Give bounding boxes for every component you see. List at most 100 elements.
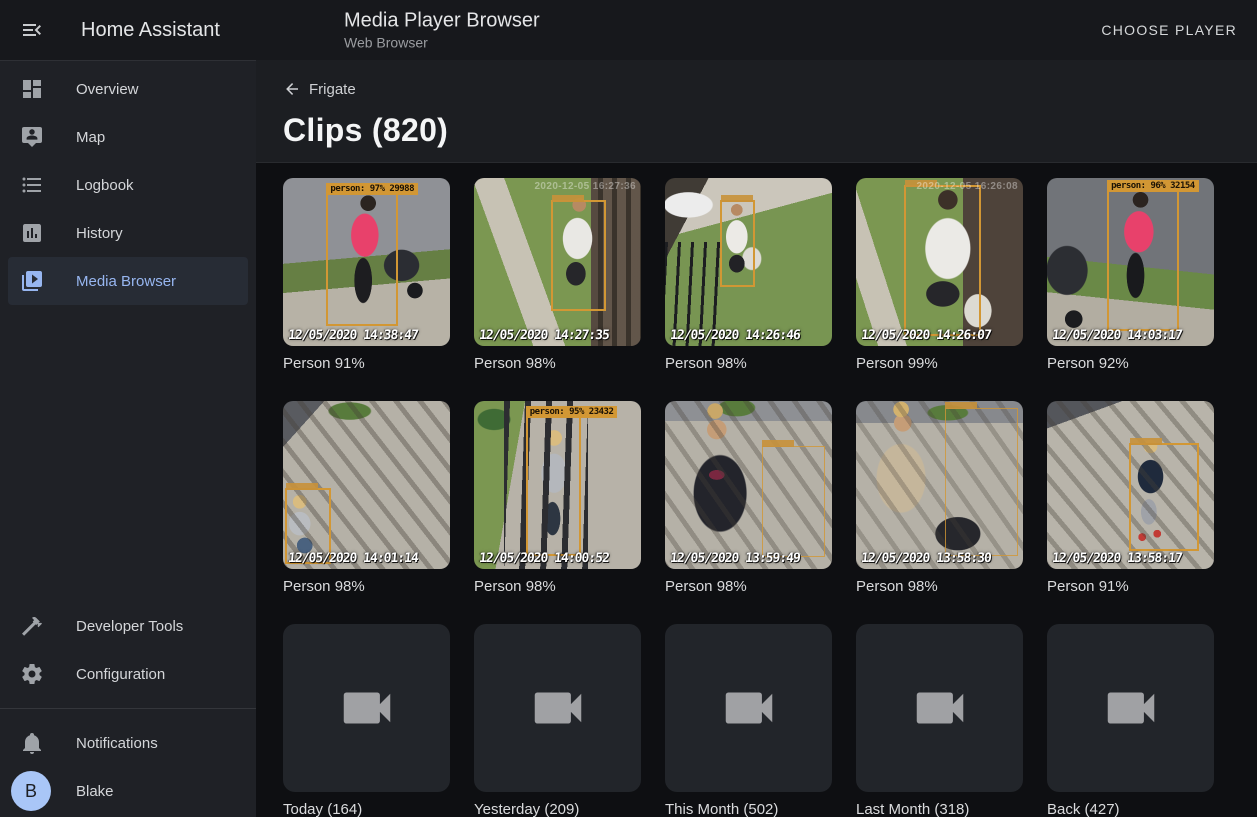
menu-open-icon[interactable] bbox=[20, 18, 44, 42]
sidebar-item-developer-tools[interactable]: Developer Tools bbox=[8, 602, 248, 650]
play-box-multiple-icon bbox=[20, 269, 44, 293]
clip-item[interactable]: 12/05/2020 13:58:17 Person 91% bbox=[1047, 401, 1214, 597]
clip-item[interactable]: 12/05/2020 13:59:49 Person 98% bbox=[665, 401, 832, 597]
clip-caption: Person 92% bbox=[1047, 354, 1214, 374]
folder-item[interactable]: Back (427) bbox=[1047, 624, 1214, 817]
folder-item[interactable]: Last Month (318) bbox=[856, 624, 1023, 817]
clip-thumbnail: 12/05/2020 13:59:49 bbox=[665, 401, 832, 569]
choose-player-button[interactable]: CHOOSE PLAYER bbox=[1101, 22, 1237, 38]
sidebar-item-map[interactable]: Map bbox=[8, 113, 248, 161]
detection-box: person: 96% 32154 bbox=[1107, 190, 1179, 331]
user-name: Blake bbox=[76, 783, 114, 800]
sidebar: Overview Map Logbook History Media Browser D… bbox=[0, 60, 256, 817]
clip-caption: Person 99% bbox=[856, 354, 1023, 374]
clip-timestamp-overlay: 12/05/2020 13:59:49 bbox=[669, 551, 800, 566]
sidebar-item-configuration[interactable]: Configuration bbox=[8, 650, 248, 698]
folder-caption: Today (164) bbox=[283, 800, 450, 817]
clip-caption: Person 98% bbox=[665, 577, 832, 597]
video-icon bbox=[1100, 677, 1162, 739]
detection-box bbox=[762, 446, 825, 557]
detection-box bbox=[551, 200, 606, 311]
gear-icon bbox=[20, 662, 44, 686]
sidebar-item-media-browser[interactable]: Media Browser bbox=[8, 257, 248, 305]
sidebar-item-label: Logbook bbox=[76, 177, 134, 194]
clip-thumbnail: 12/05/2020 14:01:14 bbox=[283, 401, 450, 569]
sidebar-item-overview[interactable]: Overview bbox=[8, 65, 248, 113]
breadcrumb-back[interactable]: Frigate bbox=[283, 80, 356, 98]
folder-thumbnail bbox=[474, 624, 641, 792]
folder-caption: Back (427) bbox=[1047, 800, 1214, 817]
video-icon bbox=[336, 677, 398, 739]
detection-box bbox=[904, 185, 981, 336]
menu-open-icon bbox=[20, 18, 44, 42]
clip-item[interactable]: person: 97% 2998812/05/2020 14:38:47 Pers… bbox=[283, 178, 450, 374]
clip-timestamp-overlay: 12/05/2020 14:03:17 bbox=[1051, 328, 1182, 343]
folder-item[interactable]: Yesterday (209) bbox=[474, 624, 641, 817]
page-title: Clips (820) bbox=[283, 112, 1230, 149]
clip-caption: Person 91% bbox=[1047, 577, 1214, 597]
folder-item[interactable]: Today (164) bbox=[283, 624, 450, 817]
clip-caption: Person 91% bbox=[283, 354, 450, 374]
notifications-label: Notifications bbox=[76, 735, 158, 752]
sidebar-item-label: Overview bbox=[76, 81, 139, 98]
clip-timestamp-overlay: 12/05/2020 14:00:52 bbox=[478, 551, 609, 566]
video-icon bbox=[527, 677, 589, 739]
folder-thumbnail bbox=[665, 624, 832, 792]
sidebar-secondary-group: Developer Tools Configuration bbox=[0, 602, 256, 698]
clip-item[interactable]: 12/05/2020 13:58:30 Person 98% bbox=[856, 401, 1023, 597]
clip-item[interactable]: 2020-12-05 16:26:08 12/05/2020 14:26:07 Pe… bbox=[856, 178, 1023, 374]
sidebar-main-group: Overview Map Logbook History Media Browser bbox=[0, 65, 256, 305]
app-title: Home Assistant bbox=[81, 19, 220, 42]
hammer-icon bbox=[20, 614, 44, 638]
panel-header: Media Player Browser Web Browser bbox=[344, 10, 540, 51]
clip-timestamp-overlay: 12/05/2020 14:26:07 bbox=[860, 328, 991, 343]
detection-box: person: 95% 23432 bbox=[526, 416, 581, 555]
clip-item[interactable]: 12/05/2020 14:01:14Person 98% bbox=[283, 401, 450, 597]
sidebar-item-label: Media Browser bbox=[76, 273, 176, 290]
view-dashboard-icon bbox=[20, 77, 44, 101]
clip-timestamp-overlay: 12/05/2020 14:26:46 bbox=[669, 328, 800, 343]
clip-thumbnail: 12/05/2020 13:58:30 bbox=[856, 401, 1023, 569]
clip-thumbnail: person: 97% 2998812/05/2020 14:38:47 bbox=[283, 178, 450, 346]
sidebar-item-label: History bbox=[76, 225, 123, 242]
clip-item[interactable]: person: 96% 3215412/05/2020 14:03:17 Pers… bbox=[1047, 178, 1214, 374]
detection-box bbox=[1129, 443, 1199, 551]
clip-caption: Person 98% bbox=[665, 354, 832, 374]
sidebar-item-notifications[interactable]: Notifications bbox=[8, 719, 248, 767]
media-grid: person: 97% 2998812/05/2020 14:38:47 Pers… bbox=[256, 163, 1257, 817]
sidebar-item-profile[interactable]: B Blake bbox=[8, 767, 248, 815]
app-window: Home Assistant Media Player Browser Web … bbox=[0, 0, 1257, 817]
sidebar-item-label: Developer Tools bbox=[76, 618, 183, 635]
user-avatar: B bbox=[11, 771, 51, 811]
clip-thumbnail: person: 96% 3215412/05/2020 14:03:17 bbox=[1047, 178, 1214, 346]
sidebar-item-logbook[interactable]: Logbook bbox=[8, 161, 248, 209]
media-browser-panel: Frigate Clips (820) person: 97% 2998812/… bbox=[256, 60, 1257, 817]
folder-thumbnail bbox=[856, 624, 1023, 792]
panel-title: Media Player Browser bbox=[344, 10, 540, 33]
clip-caption: Person 98% bbox=[474, 354, 641, 374]
detection-label: person: 97% 29988 bbox=[326, 183, 418, 195]
folder-caption: This Month (502) bbox=[665, 800, 832, 817]
detection-box: person: 97% 29988 bbox=[326, 193, 398, 326]
camera-timestamp-overlay: 2020-12-05 16:26:08 bbox=[916, 181, 1018, 192]
panel-subtitle: Web Browser bbox=[344, 35, 540, 51]
clip-caption: Person 98% bbox=[856, 577, 1023, 597]
clip-thumbnail: 2020-12-05 16:27:3612/05/2020 14:27:35 bbox=[474, 178, 641, 346]
folder-item[interactable]: This Month (502) bbox=[665, 624, 832, 817]
sidebar-spacer bbox=[0, 305, 256, 602]
clip-item[interactable]: 12/05/2020 14:26:46 Person 98% bbox=[665, 178, 832, 374]
tooltip-account-icon bbox=[20, 125, 44, 149]
clip-item[interactable]: 2020-12-05 16:27:3612/05/2020 14:27:35 Pe… bbox=[474, 178, 641, 374]
clip-thumbnail: 12/05/2020 13:58:17 bbox=[1047, 401, 1214, 569]
sidebar-item-label: Configuration bbox=[76, 666, 165, 683]
bell-icon bbox=[20, 731, 44, 755]
clip-item[interactable]: person: 95% 2343212/05/2020 14:00:52Pers… bbox=[474, 401, 641, 597]
arrow-left-icon bbox=[283, 80, 301, 98]
sidebar-item-history[interactable]: History bbox=[8, 209, 248, 257]
clip-thumbnail: 12/05/2020 14:26:46 bbox=[665, 178, 832, 346]
breadcrumb-label: Frigate bbox=[309, 81, 356, 98]
clip-thumbnail: person: 95% 2343212/05/2020 14:00:52 bbox=[474, 401, 641, 569]
folder-caption: Yesterday (209) bbox=[474, 800, 641, 817]
chart-box-icon bbox=[20, 221, 44, 245]
top-app-bar: Home Assistant Media Player Browser Web … bbox=[0, 0, 1257, 60]
